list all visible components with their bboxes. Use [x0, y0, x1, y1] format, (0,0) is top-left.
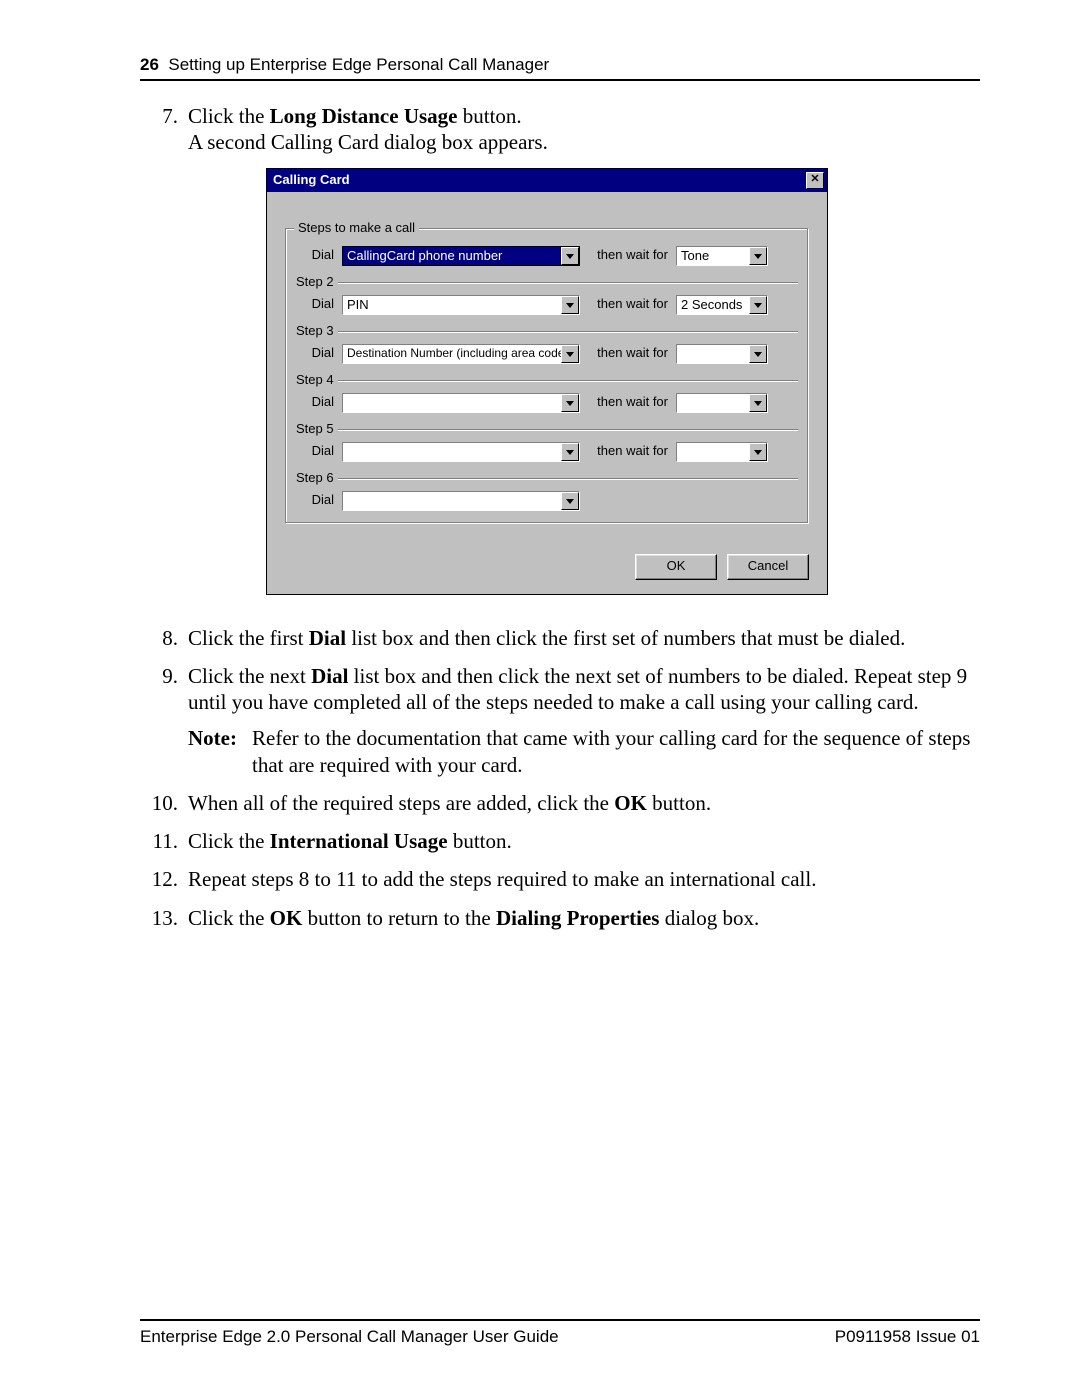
header-title: Setting up Enterprise Edge Personal Call… — [168, 55, 549, 74]
chevron-down-icon[interactable] — [749, 247, 767, 265]
dial-combo-2[interactable]: PIN — [342, 295, 580, 315]
wait-combo-3[interactable] — [676, 344, 768, 364]
groupbox-legend: Steps to make a call — [294, 220, 419, 236]
step-body: Click the Long Distance Usage button. A … — [188, 103, 980, 613]
chevron-down-icon[interactable] — [561, 345, 579, 363]
note-label: Note: — [188, 725, 252, 778]
page-footer: Enterprise Edge 2.0 Personal Call Manage… — [140, 1319, 980, 1347]
footer-right: P0911958 Issue 01 — [835, 1327, 980, 1347]
wait-combo-1[interactable]: Tone — [676, 246, 768, 266]
wait-combo-5[interactable] — [676, 442, 768, 462]
chevron-down-icon[interactable] — [561, 394, 579, 412]
chevron-down-icon[interactable] — [749, 394, 767, 412]
dial-combo-6[interactable] — [342, 491, 580, 511]
dial-combo-3[interactable]: Destination Number (including area code) — [342, 344, 580, 364]
chevron-down-icon[interactable] — [561, 296, 579, 314]
steps-groupbox: Steps to make a call Dial CallingCard ph… — [285, 228, 809, 524]
ok-button[interactable]: OK — [635, 554, 717, 580]
footer-left: Enterprise Edge 2.0 Personal Call Manage… — [140, 1327, 559, 1347]
calling-card-dialog: Calling Card ✕ Steps to make a call Dial — [266, 168, 828, 595]
page-number: 26 — [140, 55, 159, 74]
chevron-down-icon[interactable] — [561, 443, 579, 461]
wait-combo-4[interactable] — [676, 393, 768, 413]
chevron-down-icon[interactable] — [561, 247, 579, 265]
chevron-down-icon[interactable] — [749, 443, 767, 461]
dialog-titlebar: Calling Card ✕ — [267, 169, 827, 192]
step-number: 7. — [140, 103, 188, 613]
wait-combo-2[interactable]: 2 Seconds — [676, 295, 768, 315]
cancel-button[interactable]: Cancel — [727, 554, 809, 580]
dial-combo-5[interactable] — [342, 442, 580, 462]
chevron-down-icon[interactable] — [749, 345, 767, 363]
chevron-down-icon[interactable] — [561, 492, 579, 510]
note-text: Refer to the documentation that came wit… — [252, 725, 980, 778]
dialog-title: Calling Card — [273, 172, 350, 188]
chevron-down-icon[interactable] — [749, 296, 767, 314]
wait-label: then wait for — [588, 247, 668, 263]
dial-combo-4[interactable] — [342, 393, 580, 413]
close-icon[interactable]: ✕ — [806, 172, 824, 189]
dial-combo-1[interactable]: CallingCard phone number — [342, 246, 580, 266]
dial-label: Dial — [300, 247, 334, 263]
page-header: 26 Setting up Enterprise Edge Personal C… — [140, 55, 980, 81]
